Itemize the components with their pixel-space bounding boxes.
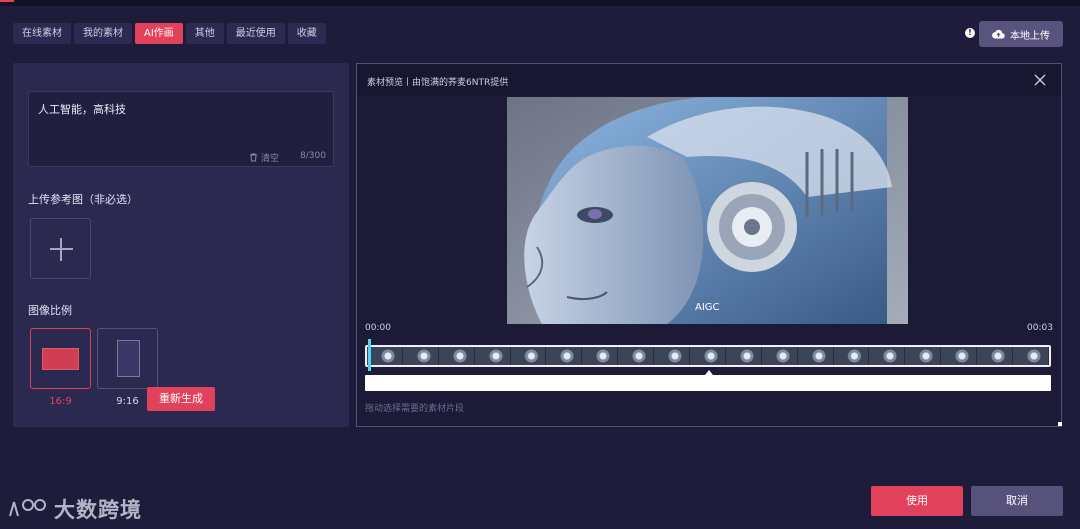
info-icon[interactable]: ! xyxy=(965,28,975,38)
use-button[interactable]: 使用 xyxy=(871,486,963,516)
timeline-frame xyxy=(761,347,798,365)
tab-other[interactable]: 其他 xyxy=(185,23,224,44)
ai-painting-panel: 人工智能，高科技 清空 8/300 上传参考图（非必选） 图像比例 16:9 9… xyxy=(13,63,349,427)
clear-label: 清空 xyxy=(261,154,280,164)
start-time: 00:00 xyxy=(365,323,391,333)
asset-preview-panel: 素材预览丨由饱满的荞麦6NTR提供 AIGC 00:00 00:03 拖动选择需… xyxy=(356,63,1062,427)
timeline-frame xyxy=(905,347,942,365)
clip-timeline[interactable] xyxy=(365,345,1051,367)
drag-hint: 拖动选择需要的素材片段 xyxy=(365,404,465,414)
clear-button[interactable]: 清空 xyxy=(249,151,279,164)
trash-icon xyxy=(250,153,257,162)
prompt-input[interactable]: 人工智能，高科技 清空 8/300 xyxy=(28,91,334,167)
preview-title: 素材预览丨由饱满的荞麦6NTR提供 xyxy=(367,78,509,88)
timeline-frame xyxy=(941,347,978,365)
window-top-bar xyxy=(0,0,1080,6)
timeline-frame xyxy=(438,347,475,365)
tab-favorites[interactable]: 收藏 xyxy=(287,23,326,44)
selection-range-bar[interactable] xyxy=(365,375,1051,391)
timeline-frame xyxy=(1013,347,1049,365)
timeline-frame xyxy=(797,347,834,365)
timeline-frame xyxy=(869,347,906,365)
timeline-frame xyxy=(402,347,439,365)
landscape-ratio-icon xyxy=(42,348,79,370)
top-accent xyxy=(0,0,14,2)
generated-image: AIGC xyxy=(507,97,908,324)
portrait-ratio-icon xyxy=(117,340,140,377)
ratio-label-16-9: 16:9 xyxy=(49,396,72,407)
robot-face-image xyxy=(507,97,908,324)
regenerate-button[interactable]: 重新生成 xyxy=(147,387,215,411)
timeline-frame xyxy=(977,347,1014,365)
cancel-button[interactable]: 取消 xyxy=(971,486,1063,516)
tab-my-assets[interactable]: 我的素材 xyxy=(74,23,132,44)
local-upload-label: 本地上传 xyxy=(1010,30,1050,42)
end-time: 00:03 xyxy=(1027,323,1053,333)
timeline-frame xyxy=(833,347,870,365)
timeline-frame xyxy=(618,347,655,365)
timeline-frame xyxy=(510,347,547,365)
local-upload-button[interactable]: 本地上传 xyxy=(979,21,1063,47)
resize-handle[interactable] xyxy=(1058,422,1062,426)
timeline-frame xyxy=(367,347,403,365)
aigc-watermark: AIGC xyxy=(695,302,720,313)
prompt-text: 人工智能，高科技 xyxy=(38,103,126,116)
aspect-ratio-label: 图像比例 xyxy=(28,304,72,317)
brand-watermark: 大数跨境 xyxy=(8,494,142,524)
tab-ai-painting[interactable]: AI作画 xyxy=(135,23,183,44)
ratio-option-9-16[interactable] xyxy=(97,328,158,389)
preview-header: 素材预览丨由饱满的荞麦6NTR提供 xyxy=(357,64,1061,96)
plus-icon-stem xyxy=(60,238,62,261)
close-icon[interactable] xyxy=(1033,73,1047,87)
timeline-frame xyxy=(582,347,619,365)
source-tabs: 在线素材 我的素材 AI作画 其他 最近使用 收藏 xyxy=(13,23,326,44)
timeline-playhead[interactable] xyxy=(368,339,371,371)
tab-online-assets[interactable]: 在线素材 xyxy=(13,23,71,44)
timeline-frame xyxy=(690,347,726,365)
char-counter: 8/300 xyxy=(300,151,326,161)
brand-logo-icon xyxy=(9,499,46,517)
timeline-frame xyxy=(474,347,511,365)
ratio-option-16-9[interactable] xyxy=(30,328,91,389)
timeline-frame xyxy=(725,347,762,365)
cloud-upload-icon xyxy=(992,29,1005,39)
timeline-frame xyxy=(546,347,583,365)
tab-recent[interactable]: 最近使用 xyxy=(226,23,285,44)
upload-reference-button[interactable] xyxy=(30,218,91,279)
timeline-frame xyxy=(654,347,691,365)
reference-image-label: 上传参考图（非必选） xyxy=(28,193,138,206)
brand-name: 大数跨境 xyxy=(54,498,142,522)
